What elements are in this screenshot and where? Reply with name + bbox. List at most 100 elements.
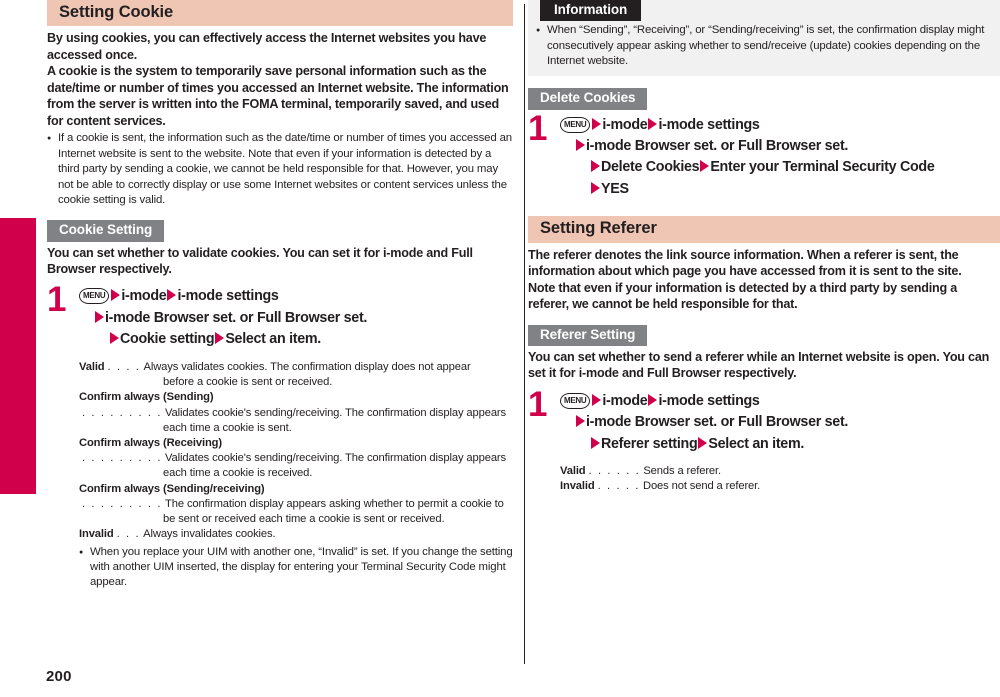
menu-key-icon[interactable]: MENU	[560, 116, 591, 133]
step-target-referer-setting[interactable]: Referer setting	[601, 436, 698, 452]
option-confirm-always-sending: Confirm always (Sending) . . . . . . . .…	[79, 390, 513, 436]
option-term: Invalid	[560, 480, 595, 493]
chapter-tab-label: i-mode/Full Browser	[10, 350, 26, 490]
step-target-i-mode[interactable]: i-mode	[602, 393, 647, 409]
setting-cookie-lead: By using cookies, you can effectively ac…	[47, 31, 509, 128]
option-dots: . . . . . . . . .	[82, 406, 163, 419]
arrow-icon	[167, 289, 177, 302]
option-term: Valid	[560, 465, 586, 478]
option-desc: Validates cookie's sending/receiving. Th…	[165, 452, 506, 465]
step-cookie-setting: 1 MENU i-mode i-mode settings i-mode Brows…	[47, 282, 513, 591]
option-term: Valid	[79, 360, 105, 373]
option-invalid: Invalid . . . . . Does not send a refere…	[560, 479, 1000, 494]
referer-setting-options: Valid . . . . . . Sends a referer. Inval…	[560, 464, 1000, 494]
step-line-2: i-mode Browser set. or Full Browser set.	[560, 412, 1000, 433]
option-valid: Valid . . . . . . Sends a referer.	[560, 464, 1000, 479]
step-target-i-mode[interactable]: i-mode	[121, 288, 166, 304]
option-dots: . . .	[116, 528, 141, 541]
option-desc: Always invalidates cookies.	[143, 528, 276, 541]
option-desc: Validates cookie's sending/receiving. Th…	[165, 406, 506, 419]
step-target-browser-set[interactable]: i-mode Browser set. or Full Browser set.	[105, 310, 367, 326]
arrow-icon	[591, 436, 600, 449]
setting-referer-lead: The referer denotes the link source info…	[528, 247, 962, 312]
column-divider	[524, 4, 525, 664]
arrow-icon	[215, 332, 225, 345]
step-target-browser-set[interactable]: i-mode Browser set. or Full Browser set.	[586, 138, 848, 154]
information-note: When “Sending”, “Receiving”, or “Sending…	[536, 23, 994, 69]
subsection-heading-referer-setting: Referer Setting	[528, 324, 648, 346]
left-column: Setting Cookie By using cookies, you can…	[47, 0, 513, 591]
cookie-setting-options: Valid . . . . Always validates cookies. …	[79, 360, 513, 591]
option-desc: Sends a referer.	[643, 465, 722, 478]
arrow-icon	[591, 181, 600, 194]
setting-cookie-note: If a cookie is sent, the information suc…	[47, 131, 513, 208]
option-term: Confirm always (Receiving)	[79, 436, 222, 449]
subsection-delete-cookies: Delete Cookies	[528, 88, 1000, 110]
step-line-2: i-mode Browser set. or Full Browser set.	[79, 308, 513, 329]
arrow-icon	[648, 393, 658, 406]
option-term: Confirm always (Sending/receiving)	[79, 482, 265, 495]
step-target-browser-set[interactable]: i-mode Browser set. or Full Browser set.	[586, 414, 848, 430]
option-valid: Valid . . . . Always validates cookies. …	[79, 360, 513, 390]
step-target-delete-cookies[interactable]: Delete Cookies	[601, 159, 700, 175]
step-line-2: i-mode Browser set. or Full Browser set.	[560, 136, 1000, 157]
step-lines: MENU i-mode i-mode settings i-mode Browser…	[560, 115, 1000, 201]
option-confirm-always-sending-receiving: Confirm always (Sending/receiving) . . .…	[79, 482, 513, 528]
step-number: 1	[528, 384, 548, 424]
information-heading: Information	[540, 0, 642, 22]
arrow-icon	[700, 160, 710, 173]
step-referer-setting: 1 MENU i-mode i-mode settings i-mode Brows…	[528, 387, 1000, 495]
step-number: 1	[47, 280, 67, 320]
subsection-referer-setting: Referer Setting	[528, 324, 1000, 346]
step-target-i-mode-settings[interactable]: i-mode settings	[658, 393, 759, 409]
option-term: Invalid	[79, 528, 114, 541]
option-desc: The confirmation display appears asking …	[165, 497, 504, 510]
step-line-1: MENU i-mode i-mode settings	[79, 286, 513, 307]
information-note-text: When “Sending”, “Receiving”, or “Sending…	[547, 24, 985, 67]
option-desc-cont: each time a cookie is sent.	[163, 421, 292, 434]
subsection-heading-delete-cookies: Delete Cookies	[528, 88, 648, 110]
option-dots: . . . . . . . . .	[82, 452, 163, 465]
option-invalid: Invalid . . . Always invalidates cookies…	[79, 527, 513, 542]
step-line-3: Delete Cookies Enter your Terminal Securi…	[560, 157, 1000, 178]
step-target-enter-security-code[interactable]: Enter your Terminal Security Code	[710, 159, 935, 175]
manual-page: i-mode/Full Browser 200 Setting Cookie B…	[0, 0, 1000, 697]
step-number: 1	[528, 108, 548, 148]
subsection-cookie-setting: Cookie Setting	[47, 220, 513, 242]
option-desc-cont: before a cookie is sent or received.	[163, 376, 333, 389]
step-line-1: MENU i-mode i-mode settings	[560, 391, 1000, 412]
subsection-heading-cookie-setting: Cookie Setting	[47, 220, 165, 242]
right-column: Information When “Sending”, “Receiving”,…	[528, 0, 1000, 495]
step-target-i-mode[interactable]: i-mode	[602, 117, 647, 133]
step-lines: MENU i-mode i-mode settings i-mode Browser…	[79, 286, 513, 350]
option-term: Confirm always (Sending)	[79, 391, 214, 404]
step-line-3: Cookie setting Select an item.	[79, 329, 513, 350]
option-dots: . . . . . . . . .	[82, 497, 163, 510]
step-target-select-item[interactable]: Select an item.	[225, 331, 321, 347]
step-line-4: YES	[560, 179, 1000, 200]
arrow-icon	[576, 138, 585, 151]
arrow-icon	[95, 310, 104, 323]
option-dots: . . . . .	[597, 480, 640, 493]
referer-setting-lead: You can set whether to send a referer wh…	[528, 349, 990, 381]
option-desc: Does not send a referer.	[642, 480, 761, 493]
cookie-setting-note-text: When you replace your UIM with another o…	[90, 545, 513, 589]
cookie-setting-lead: You can set whether to validate cookies.…	[47, 245, 473, 276]
step-line-3: Referer setting Select an item.	[560, 434, 1000, 455]
option-dots: . . . . . .	[588, 465, 641, 478]
option-dots: . . . .	[107, 360, 141, 373]
arrow-icon	[592, 117, 602, 130]
option-desc: Always validates cookies. The confirmati…	[143, 360, 471, 373]
menu-key-icon[interactable]: MENU	[560, 392, 591, 409]
step-target-select-item[interactable]: Select an item.	[708, 436, 804, 452]
option-desc-cont: each time a cookie is received.	[163, 467, 313, 480]
arrow-icon	[111, 289, 121, 302]
menu-key-icon[interactable]: MENU	[79, 288, 110, 305]
step-target-yes[interactable]: YES	[601, 181, 629, 197]
step-target-i-mode-settings[interactable]: i-mode settings	[177, 288, 278, 304]
option-confirm-always-receiving: Confirm always (Receiving) . . . . . . .…	[79, 436, 513, 482]
step-line-1: MENU i-mode i-mode settings	[560, 115, 1000, 136]
step-target-i-mode-settings[interactable]: i-mode settings	[658, 117, 759, 133]
information-box: Information When “Sending”, “Receiving”,…	[528, 0, 1000, 77]
step-target-cookie-setting[interactable]: Cookie setting	[120, 331, 215, 347]
